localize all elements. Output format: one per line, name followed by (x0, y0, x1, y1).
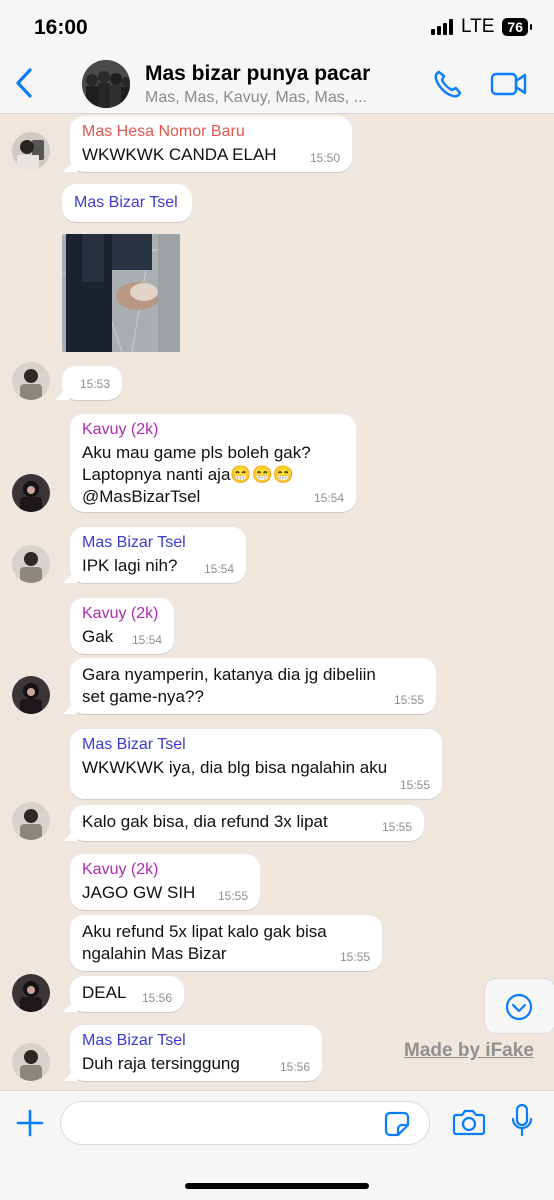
status-time: 16:00 (34, 16, 88, 39)
avatar[interactable] (12, 1043, 50, 1081)
message-text: WKWKWK CANDA ELAH (82, 145, 277, 164)
home-indicator (185, 1183, 369, 1189)
avatar[interactable] (12, 474, 50, 512)
message-bubble[interactable]: Gara nyamperin, katanya dia jg dibeliin … (70, 658, 436, 714)
message-text: IPK lagi nih? (82, 556, 178, 575)
sender-name[interactable]: Kavuy (2k) (82, 604, 162, 624)
avatar[interactable] (12, 132, 50, 170)
avatar[interactable] (12, 362, 50, 400)
mention-link[interactable]: @MasBizarTsel (82, 487, 200, 506)
message-bubble[interactable]: Kavuy (2k) Gak 15:54 (70, 598, 174, 654)
message-time: 15:55 (393, 693, 424, 707)
message-time: 15:56 (279, 1060, 310, 1074)
microphone-icon[interactable] (510, 1103, 534, 1139)
network-label: LTE (460, 16, 495, 37)
message-bubble[interactable]: Mas Bizar Tsel (62, 184, 192, 222)
message-text: Gara nyamperin, katanya dia jg dibeliin (82, 665, 376, 684)
message-input[interactable] (60, 1101, 430, 1145)
message-time: 15:53 (79, 377, 110, 391)
signal-icon (430, 19, 453, 35)
sender-name[interactable]: Kavuy (2k) (82, 860, 248, 880)
message-bubble[interactable]: Aku refund 5x lipat kalo gak bisa ngalah… (70, 915, 382, 971)
sender-name[interactable]: Mas Bizar Tsel (74, 193, 180, 213)
message-time: 15:55 (399, 778, 430, 792)
scroll-down-button[interactable] (484, 978, 554, 1034)
chat-area[interactable]: Mas Hesa Nomor Baru WKWKWK CANDA ELAH 15… (0, 114, 554, 1090)
watermark: Made by iFake (404, 1040, 534, 1061)
message-bubble[interactable]: Mas Hesa Nomor Baru WKWKWK CANDA ELAH 15… (70, 116, 352, 172)
plus-icon[interactable] (14, 1107, 46, 1139)
message-bubble[interactable]: Kavuy (2k) JAGO GW SIH 15:55 (70, 854, 260, 910)
message-time: 15:55 (339, 950, 370, 964)
message-bubble[interactable]: DEAL 15:56 (70, 976, 184, 1012)
sender-name[interactable]: Mas Bizar Tsel (82, 735, 430, 755)
avatar[interactable] (12, 974, 50, 1012)
avatar[interactable] (12, 545, 50, 583)
chevron-left-icon[interactable] (10, 66, 40, 100)
message-time: 15:54 (313, 491, 344, 505)
battery-icon: 76 (502, 18, 532, 36)
message-bubble[interactable]: Mas Bizar Tsel IPK lagi nih? 15:54 (70, 527, 246, 583)
message-text: Gak (82, 627, 114, 646)
chat-header: Mas bizar punya pacar Mas, Mas, Kavuy, M… (0, 54, 554, 114)
sender-name[interactable]: Mas Bizar Tsel (82, 1031, 310, 1051)
message-time: 15:56 (141, 991, 172, 1005)
message-time: 15:54 (203, 562, 234, 576)
message-text: WKWKWK iya, dia blg bisa ngalahin aku (82, 758, 388, 777)
camera-icon[interactable] (452, 1107, 486, 1137)
message-time: 15:54 (131, 633, 162, 647)
message-text: set game-nya?? (82, 687, 204, 706)
message-time: 15:55 (381, 820, 412, 834)
image-attachment[interactable] (62, 234, 180, 352)
video-camera-icon[interactable] (490, 70, 528, 98)
message-bubble[interactable]: Mas Bizar Tsel Duh raja tersinggung 15:5… (70, 1025, 322, 1081)
sticker-icon[interactable] (384, 1111, 410, 1137)
message-bubble[interactable]: 15:53 (62, 366, 122, 400)
message-text: Duh raja tersinggung (82, 1054, 240, 1073)
message-bubble[interactable]: Kavuy (2k) Aku mau game pls boleh gak? L… (70, 414, 356, 512)
message-text: Kalo gak bisa, dia refund 3x lipat (82, 812, 328, 831)
message-time: 15:50 (309, 151, 340, 165)
avatar[interactable] (12, 802, 50, 840)
message-bubble[interactable]: Mas Bizar Tsel WKWKWK iya, dia blg bisa … (70, 729, 442, 799)
message-time: 15:55 (217, 889, 248, 903)
group-title[interactable]: Mas bizar punya pacar (145, 62, 370, 86)
message-bubble[interactable]: Kalo gak bisa, dia refund 3x lipat 15:55 (70, 805, 424, 841)
sender-name[interactable]: Mas Bizar Tsel (82, 533, 234, 553)
avatar[interactable] (12, 676, 50, 714)
message-text: ngalahin Mas Bizar (82, 944, 227, 963)
message-text: JAGO GW SIH (82, 883, 196, 902)
group-avatar[interactable] (82, 60, 130, 108)
sender-name[interactable]: Kavuy (2k) (82, 420, 344, 440)
message-text: DEAL (82, 983, 127, 1002)
message-text: Aku mau game pls boleh gak? Laptopnya na… (82, 443, 311, 484)
group-members[interactable]: Mas, Mas, Kavuy, Mas, Mas, ... (145, 89, 367, 107)
status-indicators: LTE 76 (430, 16, 532, 38)
phone-icon[interactable] (432, 68, 464, 100)
status-bar: 16:00 LTE 76 (0, 0, 554, 54)
message-text: Aku refund 5x lipat kalo gak bisa (82, 922, 327, 941)
sender-name[interactable]: Mas Hesa Nomor Baru (82, 122, 340, 142)
input-bar (0, 1090, 554, 1200)
